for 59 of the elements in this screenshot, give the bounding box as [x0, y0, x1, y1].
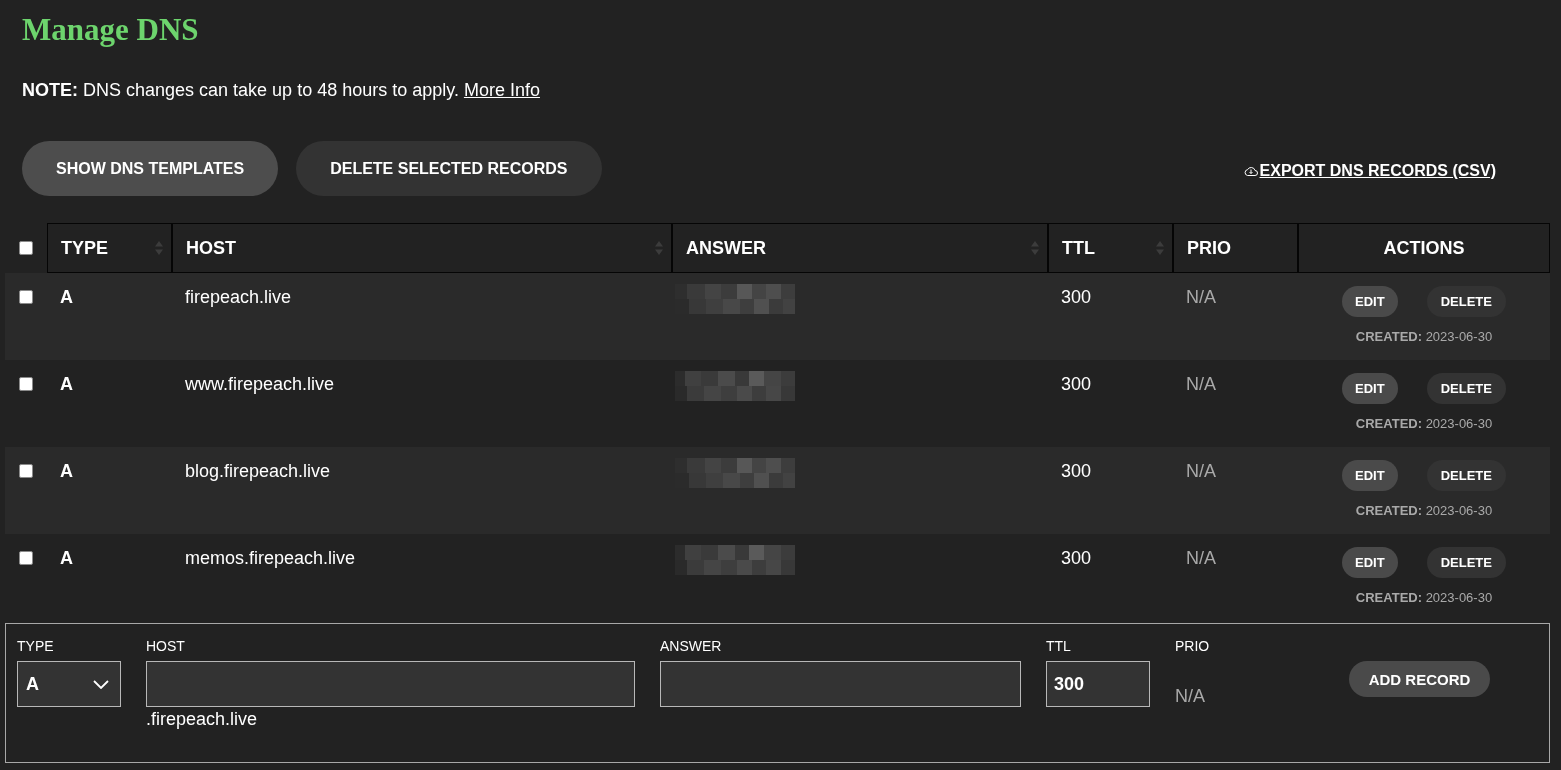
delete-button[interactable]: DELETE	[1426, 286, 1506, 317]
type-cell: A	[60, 374, 73, 394]
delete-button[interactable]: DELETE	[1426, 373, 1506, 404]
row-checkbox[interactable]	[19, 551, 33, 565]
prio-cell: N/A	[1186, 374, 1216, 394]
created-date: CREATED: 2023-06-30	[1355, 416, 1493, 432]
ttl-cell: 300	[1061, 287, 1092, 307]
ttl-cell: 300	[1061, 374, 1092, 394]
page-title: Manage DNS	[22, 11, 199, 48]
created-date: CREATED: 2023-06-30	[1355, 590, 1493, 606]
ttl-cell: 300	[1061, 461, 1092, 481]
edit-button[interactable]: EDIT	[1342, 547, 1398, 578]
column-header[interactable]: TTL	[1048, 223, 1173, 273]
field-label: TTL	[1046, 638, 1071, 654]
cloud-download-icon	[1243, 165, 1258, 177]
select-all-checkbox[interactable]	[19, 241, 33, 255]
row-checkbox[interactable]	[19, 464, 33, 478]
row-checkbox[interactable]	[19, 290, 33, 304]
toolbar-button[interactable]: SHOW DNS TEMPLATES	[22, 141, 279, 196]
toolbar-button[interactable]: DELETE SELECTED RECORDS	[296, 141, 602, 196]
host-cell: firepeach.live	[185, 287, 292, 307]
edit-button[interactable]: EDIT	[1342, 286, 1398, 317]
delete-button[interactable]: DELETE	[1426, 460, 1506, 491]
type-cell: A	[60, 461, 73, 481]
input-field[interactable]	[660, 661, 1021, 707]
chevron-down-icon	[93, 679, 109, 689]
host-cell: memos.firepeach.live	[185, 548, 356, 568]
type-cell: A	[60, 548, 73, 568]
delete-button[interactable]: DELETE	[1426, 547, 1506, 578]
field-label: ANSWER	[660, 638, 722, 654]
created-date: CREATED: 2023-06-30	[1355, 503, 1493, 519]
field-label: HOST	[146, 638, 185, 654]
column-header[interactable]: TYPE	[47, 223, 172, 273]
edit-button[interactable]: EDIT	[1342, 460, 1398, 491]
edit-button[interactable]: EDIT	[1342, 373, 1398, 404]
created-date: CREATED: 2023-06-30	[1355, 329, 1493, 345]
more-info-link[interactable]: More Info	[463, 80, 540, 100]
row-checkbox[interactable]	[19, 377, 33, 391]
ttl-cell: 300	[1061, 548, 1092, 568]
field-label: TYPE	[17, 638, 54, 654]
note-text: NOTE: DNS changes can take up to 48 hours to apply. More Info	[22, 79, 540, 101]
column-header: PRIO	[1173, 223, 1298, 273]
prio-cell: N/A	[1186, 461, 1216, 481]
column-header[interactable]: HOST	[172, 223, 672, 273]
prio-value: N/A	[1175, 685, 1205, 707]
host-cell: www.firepeach.live	[185, 374, 335, 394]
prio-cell: N/A	[1186, 548, 1216, 568]
column-header[interactable]: ANSWER	[672, 223, 1048, 273]
domain-suffix: .firepeach.live	[146, 708, 258, 730]
input-field[interactable]	[146, 661, 635, 707]
host-cell: blog.firepeach.live	[185, 461, 331, 481]
field-label: PRIO	[1175, 638, 1210, 654]
type-cell: A	[60, 287, 73, 307]
type-select[interactable]: A	[17, 661, 121, 707]
export-link[interactable]: EXPORT DNS RECORDS (CSV)	[1243, 162, 1496, 180]
add-record-button[interactable]: ADD RECORD	[1349, 661, 1490, 697]
column-header: ACTIONS	[1298, 223, 1550, 273]
prio-cell: N/A	[1186, 287, 1216, 307]
input-field[interactable]: 300	[1046, 661, 1150, 707]
